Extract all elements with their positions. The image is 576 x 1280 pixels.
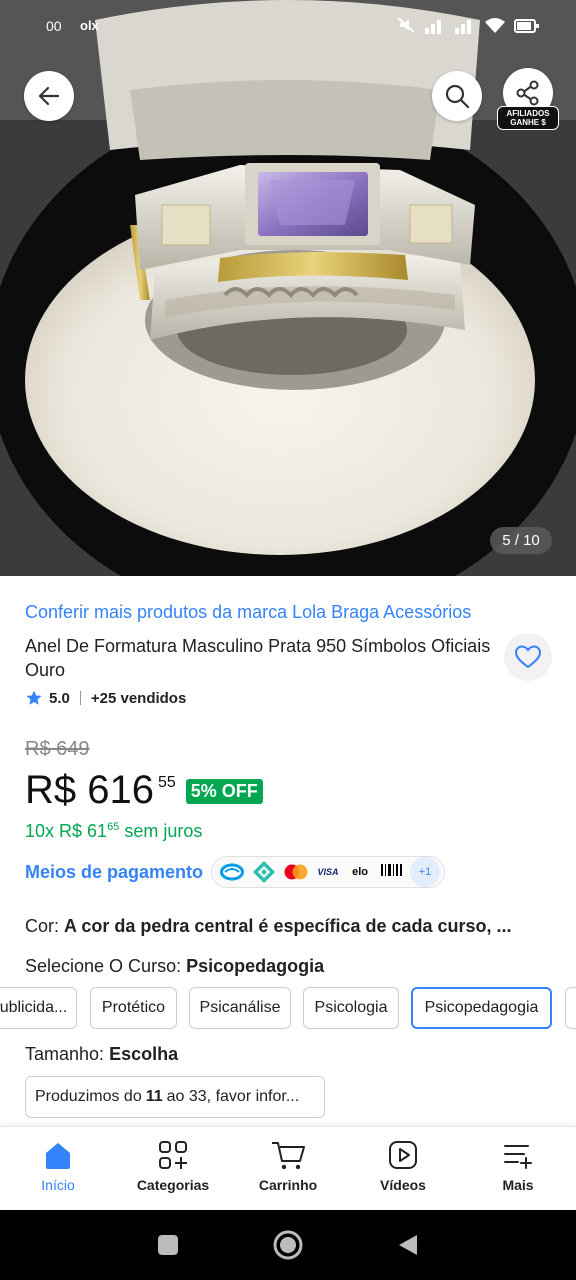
image-counter: 5 / 10 [490,527,552,554]
size-select-prefix: Produzimos do [35,1088,142,1105]
affiliate-badge[interactable]: AFILIADOS GANHE $ [497,106,559,130]
tab-categorias[interactable]: Categorias [123,1139,223,1193]
categories-icon [159,1141,187,1169]
wifi-icon [484,16,506,37]
brand-store-link[interactable]: Conferir mais produtos da marca Lola Bra… [25,602,471,623]
tab-label: Mais [502,1177,534,1193]
elo-icon: elo [352,866,368,878]
back-system-button[interactable] [378,1210,438,1280]
signal-2-icon [454,16,476,37]
search-button[interactable] [432,71,482,121]
back-button[interactable] [24,71,74,121]
mute-icon [396,16,416,37]
status-icons [396,16,540,37]
course-option-protetico[interactable]: Protético [90,987,177,1029]
home-system-button[interactable] [258,1210,318,1280]
star-icon [26,690,42,705]
price-row: R$ 616 55 5% OFF [25,768,263,812]
recents-button[interactable] [138,1210,198,1280]
current-price: R$ 616 [25,768,154,812]
payment-methods-link[interactable]: Meios de pagamento [25,862,203,883]
tab-mais[interactable]: Mais [468,1139,568,1193]
affiliate-badge-line1: AFILIADOS [506,109,550,118]
installments-text: 10x R$ 6165 sem juros [25,821,202,842]
mercado-pago-icon [216,860,248,884]
tab-label: Início [41,1177,75,1193]
course-option-label: ublicida... [0,999,68,1016]
home-icon [46,1143,70,1169]
cart-icon [272,1142,305,1170]
arrow-left-icon [38,86,60,106]
installments-cents: 65 [107,821,120,833]
installments-suffix: sem juros [119,821,203,841]
course-option-psicanalise[interactable]: Psicanálise [189,987,291,1029]
course-option-label: Psicanálise [199,999,281,1016]
product-title: Anel De Formatura Masculino Prata 950 Sí… [25,636,491,680]
color-value: A cor da pedra central é específica de c… [64,916,512,936]
home-circle-icon [273,1230,303,1260]
system-navigation-bar [0,1210,576,1280]
course-option-label: Psicopedagogia [424,999,539,1016]
rating-divider [79,691,81,705]
installments-prefix: 10x R$ 61 [25,821,108,841]
tab-videos[interactable]: Vídeos [353,1139,453,1193]
heart-icon [514,645,542,669]
bottom-tab-bar: Início Categorias Carrinho Vídeos Mais [0,1126,576,1210]
size-select[interactable]: Produzimos do 11 ao 33, favor infor... [25,1076,325,1118]
size-value: Escolha [109,1044,179,1064]
battery-icon [514,18,540,37]
course-value: Psicopedagogia [186,956,325,976]
sold-count: +25 vendidos [90,689,187,707]
search-icon [445,84,470,109]
course-options[interactable]: ublicida... Protético Psicanálise Psicol… [0,987,576,1029]
course-option-publicidade[interactable]: ublicida... [0,987,77,1029]
video-icon [389,1141,417,1169]
color-variation[interactable]: Cor: A cor da pedra central é específica… [25,916,512,937]
color-label: Cor: [25,916,60,936]
more-payment-methods[interactable]: +1 [410,857,441,887]
status-bar: 00 olx [0,10,576,44]
payment-icons-pill[interactable]: VISA elo +1 [211,856,446,888]
more-icon [504,1145,532,1169]
current-price-cents: 55 [157,774,176,791]
visa-icon: VISA [317,867,339,877]
payment-methods-row[interactable]: Meios de pagamento VISA elo +1 [25,856,446,888]
course-option-next[interactable] [565,987,576,1029]
size-variation-label: Tamanho: Escolha [25,1044,178,1065]
course-option-label: Protético [101,999,166,1016]
favorite-button[interactable] [504,633,552,681]
recents-icon [158,1235,178,1255]
size-select-suffix: ao 33, favor infor... [166,1088,300,1105]
tab-label: Vídeos [380,1177,426,1193]
course-option-label: Psicologia [314,999,388,1016]
tab-label: Categorias [136,1177,210,1193]
size-label: Tamanho: [25,1044,105,1064]
product-photo [0,0,576,576]
original-price: R$ 649 [25,738,90,760]
rating-row[interactable]: 5.0 +25 vendidos [25,689,186,707]
rating-value: 5.0 [49,689,70,707]
tab-carrinho[interactable]: Carrinho [238,1139,338,1193]
share-icon [516,80,539,106]
course-label: Selecione O Curso: [25,956,182,976]
course-option-psicologia[interactable]: Psicologia [303,987,399,1029]
product-image-carousel[interactable]: 00 olx AFILIADOS GANHE $ 5 / 10 [0,0,576,576]
size-select-bold: 11 [145,1088,163,1105]
status-time: 00 [46,18,62,34]
course-variation-label: Selecione O Curso: Psicopedagogia [25,956,324,977]
pix-icon [248,860,280,884]
signal-icon [424,16,446,37]
mastercard-icon [280,860,312,884]
tab-label: Carrinho [258,1177,318,1193]
olx-notification-icon: olx [80,18,99,33]
boleto-icon [376,860,408,884]
discount-badge: 5% OFF [185,779,263,804]
tab-inicio[interactable]: Início [8,1139,108,1193]
triangle-back-icon [399,1235,417,1255]
course-option-psicopedagogia[interactable]: Psicopedagogia [411,987,552,1029]
affiliate-badge-line2: GANHE $ [510,118,546,127]
